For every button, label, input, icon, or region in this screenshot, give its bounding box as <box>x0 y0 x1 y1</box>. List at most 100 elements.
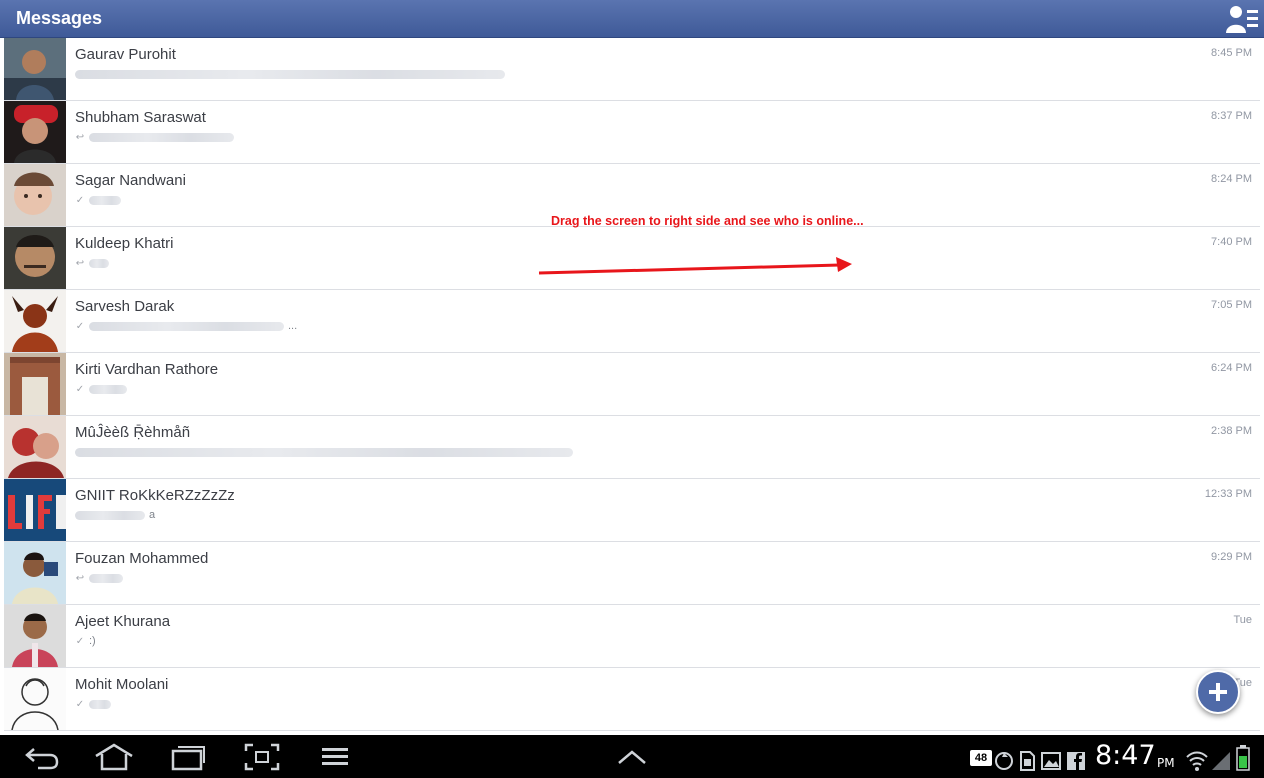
blurred-snippet <box>89 573 123 583</box>
message-time: 12:33 PM <box>1204 488 1252 500</box>
blurred-snippet <box>89 258 109 268</box>
contact-name: Kuldeep Khatri <box>75 235 174 252</box>
message-time: Tue <box>1233 614 1252 626</box>
annotation-text: Drag the screen to right side and see wh… <box>551 214 864 228</box>
conversation-list[interactable]: Gaurav Purohit 8:45 PM Shubham Saraswat … <box>4 38 1260 735</box>
avatar <box>4 479 66 541</box>
message-preview: ↩ <box>75 257 109 269</box>
recent-apps-icon[interactable] <box>170 743 206 771</box>
conversation-row[interactable]: Kirti Vardhan Rathore 6:24 PM ✓ <box>4 353 1260 416</box>
sd-card-icon <box>1020 751 1035 771</box>
screenshot-icon[interactable] <box>244 743 280 771</box>
avatar <box>4 668 66 730</box>
contact-name: Fouzan Mohammed <box>75 550 209 567</box>
new-message-button[interactable] <box>1196 670 1240 714</box>
menu-icon[interactable] <box>320 743 350 771</box>
seen-check-icon: ✓ <box>75 383 85 395</box>
conversation-row[interactable]: Mohit Moolani Tue ✓ <box>4 668 1260 731</box>
seen-check-icon: ✓ <box>75 194 85 206</box>
wifi-icon <box>1186 751 1208 771</box>
blurred-snippet <box>75 69 505 79</box>
blurred-snippet <box>75 447 573 457</box>
message-time: 6:24 PM <box>1211 362 1252 374</box>
back-icon[interactable] <box>24 743 60 771</box>
message-preview <box>75 446 573 458</box>
reply-icon: ↩ <box>75 572 85 584</box>
avatar <box>4 164 66 226</box>
messages-app: Messages Gaurav Purohit 8:45 PM Shubham … <box>0 0 1264 778</box>
snippet-visible-text: ... <box>288 320 298 332</box>
message-preview: a <box>75 509 155 521</box>
conversation-row[interactable]: Ajeet Khurana Tue ✓ :) <box>4 605 1260 668</box>
seen-check-icon: ✓ <box>75 698 85 710</box>
friend-list-icon <box>1226 6 1258 33</box>
contact-name: Sagar Nandwani <box>75 172 186 189</box>
battery-icon <box>1236 745 1250 771</box>
blurred-snippet <box>89 321 284 331</box>
message-preview <box>75 68 505 80</box>
message-time: 8:45 PM <box>1211 47 1252 59</box>
friend-list-button[interactable] <box>1224 3 1260 35</box>
conversation-row[interactable]: Fouzan Mohammed 9:29 PM ↩ <box>4 542 1260 605</box>
contact-name: Kirti Vardhan Rathore <box>75 361 219 378</box>
message-time: 7:40 PM <box>1211 236 1252 248</box>
avatar <box>4 605 66 667</box>
home-icon[interactable] <box>94 743 134 771</box>
conversation-row[interactable]: Sarvesh Darak 7:05 PM ✓ ... <box>4 290 1260 353</box>
message-preview: ↩ <box>75 131 234 143</box>
snippet-visible-text: :) <box>89 635 96 647</box>
message-preview: ↩ <box>75 572 123 584</box>
notification-badge: 48 <box>970 750 992 766</box>
blurred-snippet <box>89 195 121 205</box>
conversation-row[interactable]: GNIIT RoKkKeRZzZzZz 12:33 PM a <box>4 479 1260 542</box>
avatar <box>4 290 66 352</box>
message-time: 8:24 PM <box>1211 173 1252 185</box>
contact-name: Sarvesh Darak <box>75 298 175 315</box>
clock-ampm: PM <box>1157 756 1175 770</box>
reply-icon: ↩ <box>75 131 85 143</box>
message-time: 7:05 PM <box>1211 299 1252 311</box>
recycle-icon <box>995 752 1013 770</box>
contact-name: Ajeet Khurana <box>75 613 171 630</box>
blurred-snippet <box>89 699 111 709</box>
clock-time: 8:47 <box>1095 740 1156 771</box>
message-preview: ✓ <box>75 194 121 206</box>
avatar <box>4 101 66 163</box>
system-navigation-bar: 48 8:47 PM <box>0 735 1264 778</box>
contact-name: Shubham Saraswat <box>75 109 206 126</box>
contact-name: Gaurav Purohit <box>75 46 176 63</box>
avatar <box>4 38 66 100</box>
snippet-visible-text: a <box>149 509 156 521</box>
avatar <box>4 353 66 415</box>
contact-name: GNIIT RoKkKeRZzZzZz <box>75 487 235 504</box>
seen-check-icon: ✓ <box>75 635 85 647</box>
avatar <box>4 416 66 478</box>
signal-icon <box>1212 752 1230 770</box>
conversation-row[interactable]: Gaurav Purohit 8:45 PM <box>4 38 1260 101</box>
blurred-snippet <box>89 132 234 142</box>
app-header: Messages <box>0 0 1264 38</box>
avatar <box>4 227 66 289</box>
message-preview: ✓ ... <box>75 320 297 332</box>
message-time: 2:38 PM <box>1211 425 1252 437</box>
reply-icon: ↩ <box>75 257 85 269</box>
contact-name: Mohit Moolani <box>75 676 169 693</box>
plus-icon <box>1209 683 1227 701</box>
conversation-row[interactable]: Shubham Saraswat 8:37 PM ↩ <box>4 101 1260 164</box>
message-preview: ✓ <box>75 698 111 710</box>
gallery-icon <box>1041 752 1061 770</box>
message-time: 8:37 PM <box>1211 110 1252 122</box>
conversation-row[interactable]: MûĴèèß Ṝèhmåñ 2:38 PM <box>4 416 1260 479</box>
facebook-icon <box>1067 752 1085 770</box>
arrow-right-icon <box>538 257 852 275</box>
page-title: Messages <box>16 8 103 28</box>
message-preview: ✓ :) <box>75 635 96 647</box>
message-time: 9:29 PM <box>1211 551 1252 563</box>
blurred-snippet <box>89 384 127 394</box>
blurred-snippet <box>75 510 145 520</box>
seen-check-icon: ✓ <box>75 320 85 332</box>
chevron-up-icon[interactable] <box>616 743 648 771</box>
contact-name: MûĴèèß Ṝèhmåñ <box>75 424 191 441</box>
avatar <box>4 542 66 604</box>
message-preview: ✓ <box>75 383 127 395</box>
